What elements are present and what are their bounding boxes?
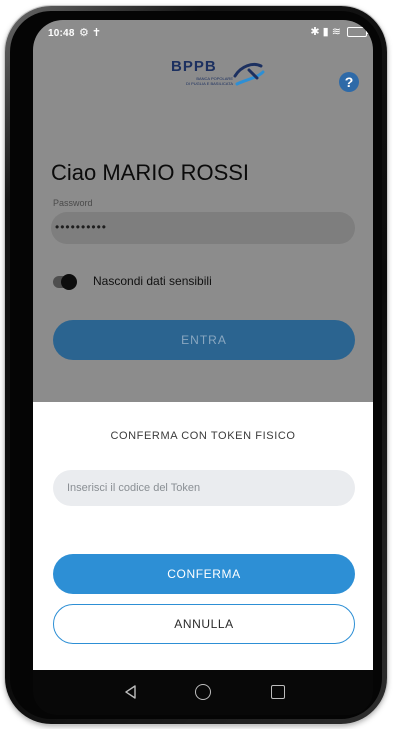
token-code-input[interactable] [53,470,355,506]
hide-data-toggle[interactable] [53,274,77,290]
password-value: •••••••••• [55,220,108,234]
status-time: 10:48 [48,28,75,39]
home-icon[interactable] [195,684,211,700]
android-nav-bar [33,670,373,715]
logo-subtitle: BANCA POPOLARE DI PUGLIA E BASILICATA [143,76,233,86]
logo-subtitle-line2: DI PUGLIA E BASILICATA [186,81,233,86]
status-right-icons: ✱ ▮ ≋ [310,25,369,38]
enter-button[interactable]: ENTRA [53,320,355,360]
battery-icon [347,26,369,37]
password-label: Password [53,198,93,208]
toggle-knob [61,274,77,290]
status-left-icons: ⚙ ✝ [79,27,102,39]
greeting-title: Ciao MARIO ROSSI [51,160,250,185]
recent-apps-icon[interactable] [271,685,285,699]
back-icon[interactable] [123,684,139,700]
token-sheet: CONFERMA CON TOKEN FISICO CONFERMA ANNUL… [33,402,373,670]
cancel-button[interactable]: ANNULLA [53,604,355,644]
logo-mark-icon [233,62,265,86]
confirm-button[interactable]: CONFERMA [53,554,355,594]
token-sheet-title: CONFERMA CON TOKEN FISICO [110,430,296,442]
signal-wifi-icons: ✱ ▮ ≋ [310,26,341,38]
status-bar: 10:48 ⚙ ✝ ✱ ▮ ≋ [33,20,373,46]
logo-text: BPPB [171,58,217,75]
hide-data-label: Nascondi dati sensibili [93,274,212,288]
bank-logo: BPPB BANCA POPOLARE DI PUGLIA E BASILICA… [143,58,265,98]
help-button[interactable]: ? [339,72,359,92]
app-screen: 10:48 ⚙ ✝ ✱ ▮ ≋ BPPB BANCA POPOLARE DI P… [33,20,373,670]
